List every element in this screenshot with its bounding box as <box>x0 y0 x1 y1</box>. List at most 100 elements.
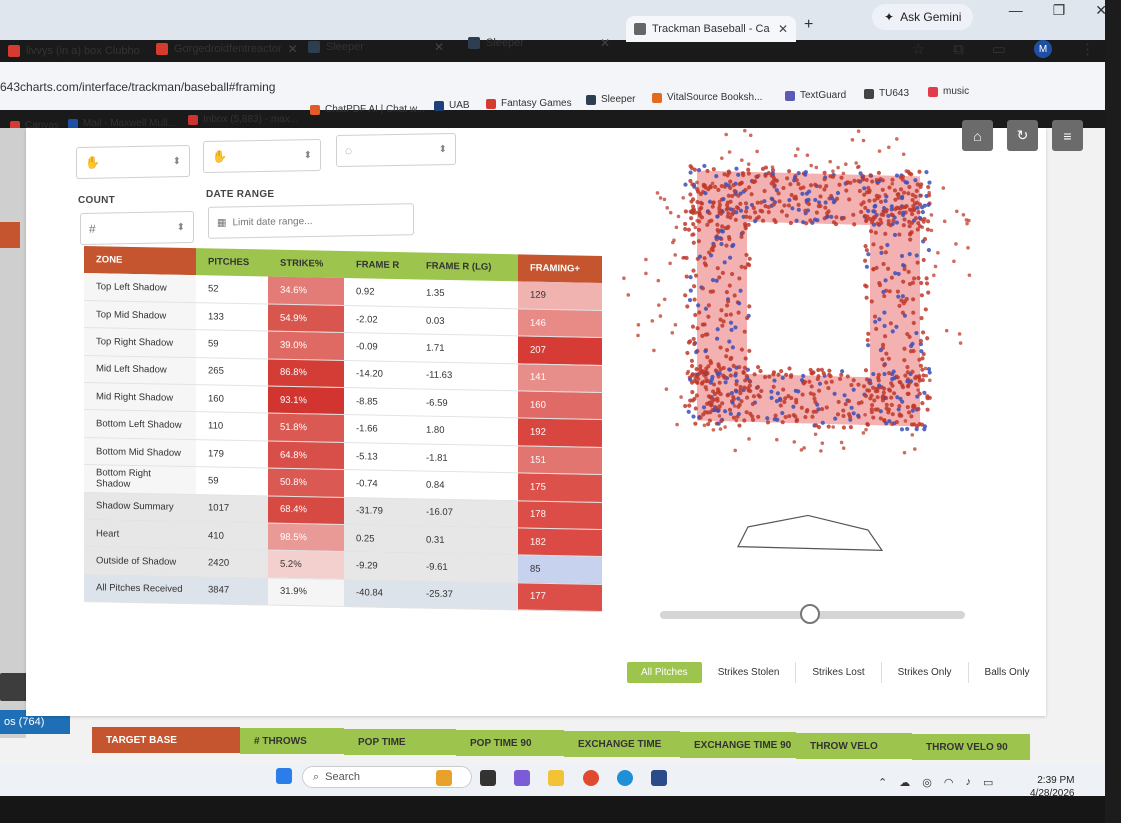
filter-strikes-stolen[interactable]: Strikes Stolen <box>702 662 797 683</box>
ask-gemini-button[interactable]: ✦ Ask Gemini <box>872 4 974 30</box>
strike-point <box>693 421 698 426</box>
outside-point <box>958 341 963 345</box>
count-select[interactable]: # ⬍ <box>80 211 194 245</box>
avatar[interactable]: M <box>1034 40 1052 58</box>
header-pop-time-90[interactable]: POP TIME 90 <box>456 730 564 756</box>
store-icon[interactable] <box>651 770 667 786</box>
task-view-icon[interactable] <box>480 770 496 786</box>
location-icon[interactable]: ◎ <box>922 776 932 789</box>
filter-strikes-lost[interactable]: Strikes Lost <box>796 662 882 683</box>
header-pop-time[interactable]: POP TIME <box>344 729 456 755</box>
file-explorer-icon[interactable] <box>548 770 564 786</box>
tab-close-icon[interactable]: ✕ <box>778 22 788 36</box>
filter-balls-only[interactable]: Balls Only <box>969 662 1046 683</box>
header-pitches[interactable]: PITCHES <box>196 248 268 277</box>
strike-pct-cell: 98.5% <box>268 523 344 552</box>
header-target-base[interactable]: TARGET BASE <box>92 727 240 753</box>
new-tab-button[interactable]: + <box>796 12 821 38</box>
windows-start-icon[interactable] <box>276 768 292 784</box>
outside-point <box>929 228 934 233</box>
restore-icon[interactable]: ❐ <box>1053 2 1066 19</box>
header-throw-velo[interactable]: THROW VELO <box>796 733 912 759</box>
outside-point <box>861 431 866 435</box>
header-exchange-time-90[interactable]: EXCHANGE TIME 90 <box>680 732 796 758</box>
outside-point <box>928 378 932 383</box>
widgets-icon[interactable] <box>436 770 452 786</box>
outside-point <box>901 152 906 157</box>
menu-button[interactable]: ≡ <box>1052 120 1083 151</box>
bookmark-item[interactable]: UAB <box>434 100 470 111</box>
browser-tab[interactable]: Sleeper ✕ <box>460 30 618 56</box>
pitches-cell: 160 <box>196 384 268 414</box>
strike-point <box>925 227 930 232</box>
header-exchange-time[interactable]: EXCHANGE TIME <box>564 731 680 757</box>
cloud-sync-icon[interactable]: ☁ <box>899 776 910 789</box>
outside-point <box>658 196 663 200</box>
bookmark-item[interactable]: Fantasy Games <box>486 98 572 109</box>
strike-pct-cell: 50.8% <box>268 468 344 498</box>
browser-tab[interactable]: Gorgedroidfentreactor ✕ <box>148 36 298 62</box>
pitch-type-select[interactable]: ◌ ⬍ <box>336 132 456 168</box>
reading-mode-icon[interactable]: ▭ <box>992 40 1006 58</box>
home-button[interactable]: ⌂ <box>962 120 993 151</box>
bookmark-label: Fantasy Games <box>501 98 572 109</box>
bookmark-item[interactable]: TextGuard <box>785 90 846 101</box>
bookmark-favicon-icon <box>68 118 78 129</box>
date-range-input[interactable]: ▦ Limit date range... <box>208 203 414 239</box>
tab-favicon-icon <box>308 41 320 53</box>
strike-point <box>689 358 695 363</box>
chevron-up-icon[interactable]: ⌃ <box>878 776 887 789</box>
outside-point <box>805 153 810 158</box>
zone-cell: Bottom Mid Shadow <box>84 437 196 467</box>
batter-hand-select[interactable]: ✋ ⬍ <box>203 138 321 174</box>
hamburger-icon: ≡ <box>1063 127 1072 144</box>
bookmark-item[interactable]: music <box>928 86 969 97</box>
outside-point <box>957 332 962 336</box>
bookmark-item[interactable]: TU643 <box>864 88 909 99</box>
browser-tab[interactable]: livvys (in a) box Clubho✕ <box>0 38 140 64</box>
updown-caret-icon: ⬍ <box>172 155 181 167</box>
header-frame-r[interactable]: FRAME R <box>344 250 414 280</box>
battery-icon[interactable]: ▭ <box>983 776 993 789</box>
strike-pct-cell: 64.8% <box>268 440 344 470</box>
strike-pct-cell: 54.9% <box>268 303 344 333</box>
bookmark-favicon-icon <box>188 114 198 125</box>
strike-point <box>876 170 881 176</box>
bookmark-item[interactable]: VitalSource Booksh... <box>652 92 762 103</box>
monitor-bezel <box>0 796 1121 823</box>
bookmark-star-icon[interactable]: ☆ <box>912 40 925 58</box>
filter-all-pitches[interactable]: All Pitches <box>627 662 702 683</box>
header-throws[interactable]: # THROWS <box>240 728 344 754</box>
wifi-icon[interactable]: ◠ <box>944 776 954 789</box>
bookmark-item[interactable]: ChatPDF AI | Chat w... <box>310 104 425 115</box>
bookmark-item[interactable]: Inbox (5,883) - max... <box>188 114 298 125</box>
pitcher-hand-select[interactable]: ✋ ⬍ <box>76 145 190 179</box>
menu-kebab-icon[interactable]: ⋮ <box>1080 40 1095 58</box>
minimize-icon[interactable]: — <box>1009 2 1023 19</box>
ask-gemini-label: Ask Gemini <box>900 10 962 24</box>
pitches-cell: 179 <box>196 439 268 469</box>
chrome-icon[interactable] <box>583 770 599 786</box>
refresh-icon: ↻ <box>1016 127 1029 143</box>
volume-icon[interactable]: ♪ <box>965 776 971 789</box>
copilot-icon[interactable] <box>514 770 530 786</box>
bookmark-label: Sleeper <box>601 94 636 105</box>
extensions-icon[interactable]: ⧉ <box>953 41 964 58</box>
header-throw-velo-90[interactable]: THROW VELO 90 <box>912 734 1030 760</box>
header-framing-plus[interactable]: FRAMING+ <box>518 254 602 283</box>
header-frame-r-lg[interactable]: FRAME R (LG) <box>414 252 518 282</box>
tab-close-icon[interactable]: ✕ <box>288 42 298 56</box>
tab-close-icon[interactable]: ✕ <box>434 40 444 54</box>
edge-icon[interactable] <box>617 770 633 786</box>
ball-point <box>686 409 691 414</box>
header-zone[interactable]: ZONE <box>84 246 196 276</box>
plot-slider-handle[interactable] <box>800 604 820 624</box>
header-strike-pct[interactable]: STRIKE% <box>268 249 344 278</box>
bookmark-item[interactable]: Sleeper <box>586 94 635 105</box>
filter-strikes-only[interactable]: Strikes Only <box>882 662 969 683</box>
frame-r-cell: -2.02 <box>344 305 414 335</box>
tab-close-icon[interactable]: ✕ <box>600 36 610 50</box>
browser-tab[interactable]: Trackman Baseball - Ca ✕ <box>626 16 796 42</box>
browser-tab[interactable]: Sleeper ✕ <box>300 34 452 60</box>
refresh-button[interactable]: ↻ <box>1007 120 1038 151</box>
